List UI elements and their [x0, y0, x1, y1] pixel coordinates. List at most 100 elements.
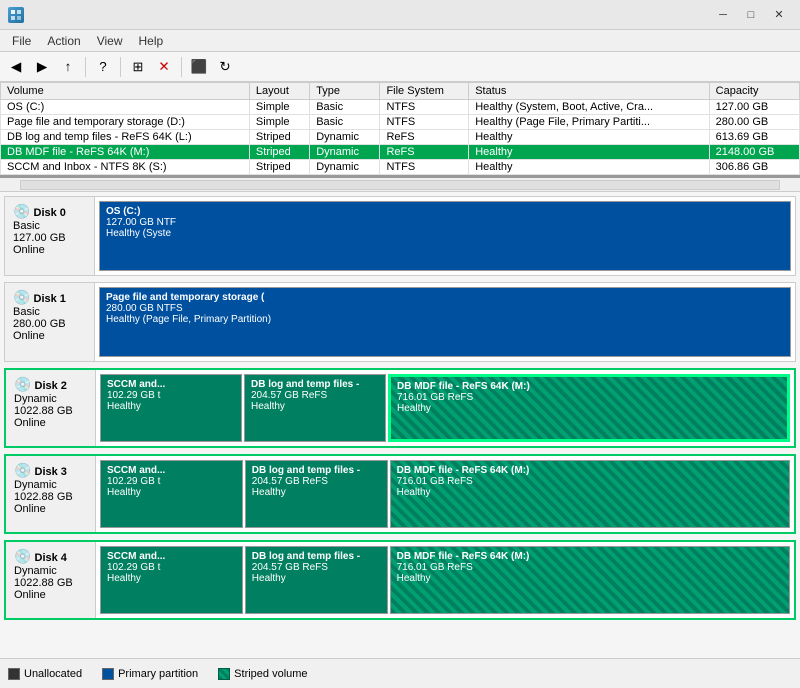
partition-name: DB log and temp files -	[251, 379, 379, 390]
disk-row: 💿 Disk 1 Basic 280.00 GB Online Page fil…	[4, 282, 796, 362]
partition-block[interactable]: DB log and temp files - 204.57 GB ReFS H…	[244, 374, 386, 442]
disk-partitions: SCCM and... 102.29 GB t Healthy DB log a…	[96, 456, 794, 532]
col-layout[interactable]: Layout	[249, 83, 309, 100]
disk-partitions: Page file and temporary storage ( 280.00…	[95, 283, 795, 361]
col-type[interactable]: Type	[310, 83, 380, 100]
volume-table: Volume Layout Type File System Status Ca…	[0, 82, 800, 175]
cell-layout: Striped	[249, 130, 309, 145]
col-status[interactable]: Status	[469, 83, 709, 100]
partition-block[interactable]: DB MDF file - ReFS 64K (M:) 716.01 GB Re…	[388, 374, 790, 442]
partition-size: 280.00 GB NTFS	[106, 303, 784, 314]
disk-id: 💿 Disk 2	[14, 376, 87, 393]
partition-block[interactable]: DB MDF file - ReFS 64K (M:) 716.01 GB Re…	[390, 546, 790, 614]
disk-label: 💿 Disk 1 Basic 280.00 GB Online	[5, 283, 95, 361]
table-row[interactable]: DB log and temp files - ReFS 64K (L:) St…	[1, 130, 800, 145]
up-button[interactable]: ↑	[56, 55, 80, 79]
cell-fs: ReFS	[380, 130, 469, 145]
cell-volume: SCCM and Inbox - NTFS 8K (S:)	[1, 160, 250, 175]
partition-size: 102.29 GB t	[107, 390, 235, 401]
partition-block[interactable]: SCCM and... 102.29 GB t Healthy	[100, 374, 242, 442]
table-row[interactable]: SCCM and Inbox - NTFS 8K (S:) Striped Dy…	[1, 160, 800, 175]
minimize-button[interactable]: ─	[710, 2, 736, 28]
disk-label: 💿 Disk 0 Basic 127.00 GB Online	[5, 197, 95, 275]
partition-block[interactable]: SCCM and... 102.29 GB t Healthy	[100, 460, 243, 528]
cell-fs: NTFS	[380, 160, 469, 175]
disk-status: Online	[13, 244, 86, 256]
partition-name: Page file and temporary storage (	[106, 292, 784, 303]
disk-label: 💿 Disk 4 Dynamic 1022.88 GB Online	[6, 542, 96, 618]
partition-name: DB log and temp files -	[252, 551, 381, 562]
disk-label: 💿 Disk 3 Dynamic 1022.88 GB Online	[6, 456, 96, 532]
cell-layout: Striped	[249, 145, 309, 160]
partition-name: DB MDF file - ReFS 64K (M:)	[397, 465, 783, 476]
cell-fs: NTFS	[380, 100, 469, 115]
new-volume-button[interactable]: ⬛	[187, 55, 211, 79]
cell-fs: ReFS	[380, 145, 469, 160]
legend-label: Primary partition	[118, 668, 198, 680]
partition-block[interactable]: DB log and temp files - 204.57 GB ReFS H…	[245, 460, 388, 528]
disk-partitions: OS (C:) 127.00 GB NTF Healthy (Syste	[95, 197, 795, 275]
table-row[interactable]: DB MDF file - ReFS 64K (M:) Striped Dyna…	[1, 145, 800, 160]
maximize-button[interactable]: □	[738, 2, 764, 28]
toolbar-sep-1	[85, 57, 86, 77]
disk-type: Basic	[13, 306, 86, 318]
properties-button[interactable]: ⊞	[126, 55, 150, 79]
partition-size: 716.01 GB ReFS	[397, 562, 783, 573]
forward-button[interactable]: ▶	[30, 55, 54, 79]
app-icon	[8, 7, 24, 23]
delete-button[interactable]: ✕	[152, 55, 176, 79]
cell-volume: OS (C:)	[1, 100, 250, 115]
menu-view[interactable]: View	[89, 32, 131, 50]
disk-type: Basic	[13, 220, 86, 232]
cell-capacity: 2148.00 GB	[709, 145, 799, 160]
partition-status: Healthy	[397, 573, 783, 584]
help-button[interactable]: ?	[91, 55, 115, 79]
partition-size: 127.00 GB NTF	[106, 217, 784, 228]
disk-status: Online	[14, 589, 87, 601]
partition-block[interactable]: Page file and temporary storage ( 280.00…	[99, 287, 791, 357]
disk-type: Dynamic	[14, 565, 87, 577]
partition-block[interactable]: DB MDF file - ReFS 64K (M:) 716.01 GB Re…	[390, 460, 790, 528]
toolbar-sep-3	[181, 57, 182, 77]
disk-size: 1022.88 GB	[14, 491, 87, 503]
disk-id: 💿 Disk 1	[13, 289, 86, 306]
back-button[interactable]: ◀	[4, 55, 28, 79]
menu-help[interactable]: Help	[131, 32, 172, 50]
partition-block[interactable]: SCCM and... 102.29 GB t Healthy	[100, 546, 243, 614]
partition-block[interactable]: OS (C:) 127.00 GB NTF Healthy (Syste	[99, 201, 791, 271]
table-row[interactable]: OS (C:) Simple Basic NTFS Healthy (Syste…	[1, 100, 800, 115]
menu-action[interactable]: Action	[39, 32, 88, 50]
table-row[interactable]: Page file and temporary storage (D:) Sim…	[1, 115, 800, 130]
cell-type: Basic	[310, 100, 380, 115]
col-filesystem[interactable]: File System	[380, 83, 469, 100]
partition-status: Healthy	[251, 401, 379, 412]
partition-name: OS (C:)	[106, 206, 784, 217]
cell-capacity: 613.69 GB	[709, 130, 799, 145]
menu-file[interactable]: File	[4, 32, 39, 50]
legend-item: Unallocated	[8, 668, 82, 680]
partition-size: 204.57 GB ReFS	[252, 476, 381, 487]
partition-name: SCCM and...	[107, 379, 235, 390]
cell-type: Basic	[310, 115, 380, 130]
disk-row: 💿 Disk 2 Dynamic 1022.88 GB Online SCCM …	[4, 368, 796, 448]
cell-status: Healthy	[469, 145, 709, 160]
main-content: Volume Layout Type File System Status Ca…	[0, 82, 800, 688]
col-capacity[interactable]: Capacity	[709, 83, 799, 100]
window-controls: ─ □ ✕	[710, 2, 792, 28]
col-volume[interactable]: Volume	[1, 83, 250, 100]
cell-capacity: 127.00 GB	[709, 100, 799, 115]
legend-item: Striped volume	[218, 668, 307, 680]
partition-size: 102.29 GB t	[107, 476, 236, 487]
refresh-button[interactable]: ↻	[213, 55, 237, 79]
cell-status: Healthy (System, Boot, Active, Cra...	[469, 100, 709, 115]
cell-capacity: 280.00 GB	[709, 115, 799, 130]
menu-bar: File Action View Help	[0, 30, 800, 52]
disk-id: 💿 Disk 0	[13, 203, 86, 220]
partition-status: Healthy	[107, 573, 236, 584]
disk-status: Online	[14, 503, 87, 515]
legend-label: Unallocated	[24, 668, 82, 680]
close-button[interactable]: ✕	[766, 2, 792, 28]
partition-block[interactable]: DB log and temp files - 204.57 GB ReFS H…	[245, 546, 388, 614]
cell-type: Dynamic	[310, 145, 380, 160]
disk-row: 💿 Disk 0 Basic 127.00 GB Online OS (C:) …	[4, 196, 796, 276]
